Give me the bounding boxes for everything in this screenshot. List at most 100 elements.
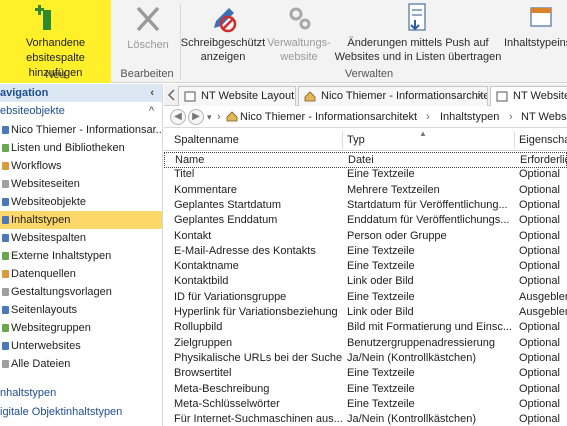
tab-nt-website[interactable]: NT Website xyxy=(490,86,567,106)
administration-website-button[interactable]: Verwaltungs- website xyxy=(264,0,334,66)
close-tab-icon[interactable]: × xyxy=(477,87,483,105)
nav-item[interactable]: Gestaltungsvorlagen xyxy=(0,283,162,301)
table-header: Spaltenname ▲ Typ Eigenschaft xyxy=(164,129,567,151)
table-row[interactable]: Meta-Schlüsselwörter Eine Textzeile Option… xyxy=(164,397,567,413)
add-existing-site-column-button[interactable]: Vorhandene ebsitespalte hinzufügen Neu xyxy=(0,0,111,83)
push-changes-button[interactable]: Änderungen mittels Push auf Websites und… xyxy=(334,0,502,66)
section-content-types-label: nhaltstypen xyxy=(0,387,57,399)
section-digital-asset-types[interactable]: igitale Objektinhaltstypen xyxy=(0,403,162,422)
table-row[interactable]: Kommentare Mehrere Textzeilen Optional xyxy=(164,183,567,199)
files-icon xyxy=(2,360,9,368)
table-row[interactable]: Für Internet-Suchmaschinen aus... Ja/Nein… xyxy=(164,412,567,426)
datasource-icon xyxy=(2,270,9,278)
cell-column-name: Zielgruppen xyxy=(174,336,233,349)
cell-column-name: Browsertitel xyxy=(174,367,232,380)
table-row[interactable]: Kontaktbild Link oder Bild Optional xyxy=(164,274,567,290)
tab-site-home[interactable]: Nico Thiemer - Informationsarchitekt × xyxy=(298,86,488,106)
nav-item[interactable]: Websitegruppen xyxy=(0,319,162,337)
cell-status: Ausgeblendet xyxy=(519,306,567,318)
collapse-chevron-icon[interactable]: ‹ xyxy=(150,84,154,102)
group-icon xyxy=(2,324,9,332)
cell-type: Startdatum für Veröffentlichung... xyxy=(347,198,508,211)
nav-item[interactable]: Listen und Bibliotheken xyxy=(0,139,162,157)
nav-item[interactable]: Unterwebsites xyxy=(0,337,162,355)
section-content-types[interactable]: nhaltstypen xyxy=(0,384,162,403)
cell-type: Eine Textzeile xyxy=(347,367,415,380)
navigation-header[interactable]: avigation ‹ xyxy=(0,84,162,102)
table-row[interactable]: Titel Eine Textzeile Optional xyxy=(164,167,567,183)
nav-item[interactable]: Alle Dateien xyxy=(0,355,162,373)
table-row[interactable]: ID für Variationsgruppe Eine Textzeile Aus… xyxy=(164,290,567,306)
history-dropdown-icon[interactable]: ▾ xyxy=(207,106,212,127)
cell-status: Optional xyxy=(519,275,560,288)
table-row[interactable]: Physikalische URLs bei der Suche ... Ja/N… xyxy=(164,351,567,367)
nav-item[interactable]: Externe Inhaltstypen xyxy=(0,247,162,265)
cell-type: Enddatum für Veröffentlichungs... xyxy=(347,214,510,227)
column-header-status[interactable]: Eigenschaft xyxy=(519,134,567,146)
cell-column-name: Titel xyxy=(174,168,195,181)
settings-form-icon xyxy=(530,7,552,27)
nav-item[interactable]: Workflows xyxy=(0,157,162,175)
breadcrumb-item-content-types[interactable]: Inhaltstypen xyxy=(440,106,499,127)
nav-item-label: Gestaltungsvorlagen xyxy=(11,286,112,298)
nav-item[interactable]: Websiteobjekte xyxy=(0,193,162,211)
navigation-pane: avigation ‹ ebsiteobjekte ^ Nico Thiemer… xyxy=(0,84,163,426)
nav-item[interactable]: Inhaltstypen xyxy=(0,211,162,229)
column-divider[interactable] xyxy=(514,131,515,149)
table-row[interactable]: Geplantes Startdatum Startdatum für Veröf… xyxy=(164,198,567,214)
nav-item-label: Websitegruppen xyxy=(11,322,91,334)
site-icon xyxy=(2,126,9,134)
push-changes-line2: Websites und in Listen übertragen xyxy=(334,51,502,63)
table-row[interactable]: Kontaktname Eine Textzeile Optional xyxy=(164,259,567,275)
delete-label: Löschen xyxy=(127,39,169,51)
table-row[interactable]: Zielgruppen Benutzergruppenadressierung Op… xyxy=(164,336,567,352)
workflow-icon xyxy=(2,162,9,170)
content-type-settings-button[interactable]: Inhaltstypeins xyxy=(500,0,567,66)
subsite-icon xyxy=(2,342,9,350)
cell-status: Optional xyxy=(519,214,560,227)
column-icon xyxy=(2,234,9,242)
cell-status: Optional xyxy=(519,382,560,395)
table-row[interactable]: Geplantes Enddatum Enddatum für Veröffent… xyxy=(164,213,567,229)
add-column-icon xyxy=(35,5,51,30)
section-site-objects[interactable]: ebsiteobjekte ^ xyxy=(0,102,162,121)
forward-button[interactable]: ▶ xyxy=(188,109,204,125)
column-divider[interactable] xyxy=(342,131,343,149)
cell-column-name: Für Internet-Suchmaschinen aus... xyxy=(174,413,342,426)
nav-item-label: Seitenlayouts xyxy=(11,304,78,316)
nav-item-label: Unterwebsites xyxy=(11,340,81,352)
nav-item[interactable]: Websitespalten xyxy=(0,229,162,247)
cell-status: Optional xyxy=(519,168,560,181)
page-layout-icon xyxy=(184,91,196,102)
table-row[interactable]: E-Mail-Adresse des Kontakts Eine Textzeil… xyxy=(164,244,567,260)
table-row[interactable]: Meta-Beschreibung Eine Textzeile Optional xyxy=(164,382,567,398)
cell-type: Link oder Bild xyxy=(347,275,414,288)
navigation-title: avigation xyxy=(0,87,49,99)
asset-icon xyxy=(2,198,9,206)
nav-item[interactable]: Websiteseiten xyxy=(0,175,162,193)
table-row[interactable]: Browsertitel Eine Textzeile Optional xyxy=(164,366,567,382)
cell-status: Optional xyxy=(519,367,560,380)
delete-button[interactable]: Löschen xyxy=(118,0,178,66)
section-chevron-up-icon[interactable]: ^ xyxy=(149,102,154,121)
breadcrumb-item-site[interactable]: Nico Thiemer - Informationsarchitekt xyxy=(240,106,417,127)
nav-item[interactable]: Seitenlayouts xyxy=(0,301,162,319)
nav-item[interactable]: Nico Thiemer - Informationsar... xyxy=(0,121,162,139)
nav-item[interactable]: Datenquellen xyxy=(0,265,162,283)
group-label-edit: Bearbeiten xyxy=(120,68,174,80)
tab-nt-website-layout[interactable]: NT Website Layout xyxy=(178,86,296,106)
ribbon: Vorhandene ebsitespalte hinzufügen Neu L… xyxy=(0,0,567,83)
tab-scroll-left-icon[interactable] xyxy=(167,89,177,101)
breadcrumb-item-nt-website[interactable]: NT Websi xyxy=(521,106,567,127)
cell-type: Eine Textzeile xyxy=(347,382,415,395)
show-read-only-button[interactable]: Schreibgeschützt anzeigen xyxy=(180,0,266,66)
tab-bar: NT Website Layout Nico Thiemer - Informa… xyxy=(164,84,567,106)
column-header-name[interactable]: Spaltenname xyxy=(174,134,239,146)
column-header-type[interactable]: Typ xyxy=(347,134,365,146)
table-row[interactable]: Rollupbild Bild mit Formatierung und Eins… xyxy=(164,320,567,336)
nav-item-label: Inhaltstypen xyxy=(11,214,71,226)
table-row[interactable]: Hyperlink für Variationsbeziehung Link od… xyxy=(164,305,567,321)
back-button[interactable]: ◀ xyxy=(170,109,186,125)
table-row[interactable]: Name Datei Erforderlich xyxy=(164,152,567,168)
table-row[interactable]: Kontakt Person oder Gruppe Optional xyxy=(164,229,567,245)
